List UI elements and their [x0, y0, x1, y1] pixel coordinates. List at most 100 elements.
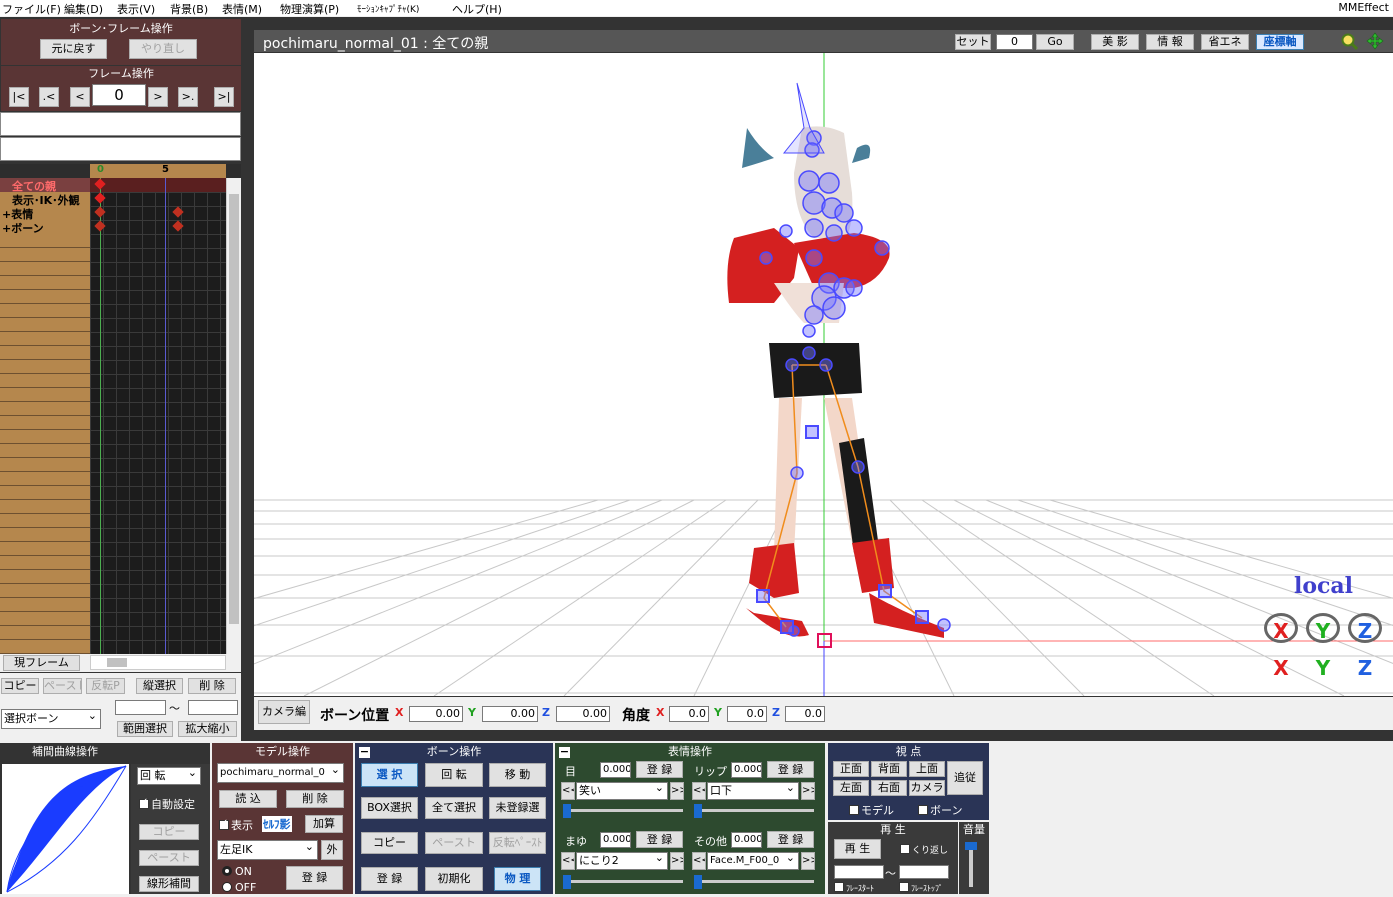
- lip-value-input[interactable]: 0.000: [731, 762, 762, 778]
- menu-facial[interactable]: 表情(M): [222, 1, 262, 17]
- next-frame-button[interactable]: >: [148, 87, 168, 107]
- last-frame-button[interactable]: >|: [214, 87, 234, 107]
- camera-view-button[interactable]: カメラ: [909, 780, 945, 796]
- track-empty-row[interactable]: [0, 556, 90, 570]
- other-next-button[interactable]: >>: [801, 852, 815, 870]
- lip-register-button[interactable]: 登 録: [767, 761, 814, 778]
- other-morph-select[interactable]: Face.M_F00_0: [707, 852, 799, 870]
- eye-register-button[interactable]: 登 録: [636, 761, 683, 778]
- move-z-icon[interactable]: Z: [1348, 653, 1382, 683]
- rotate-z-icon[interactable]: Z: [1348, 613, 1382, 643]
- zoom-button[interactable]: 拡大縮小: [178, 721, 237, 737]
- track-display-ik[interactable]: 表示･IK･外観: [0, 192, 90, 207]
- brow-prev-button[interactable]: <<: [561, 852, 575, 870]
- additive-button[interactable]: 加算: [305, 815, 343, 833]
- track-empty-row[interactable]: [0, 402, 90, 416]
- rotate-y-icon[interactable]: Y: [1306, 613, 1340, 643]
- copy-frame-button[interactable]: コピー: [1, 678, 39, 694]
- track-empty-row[interactable]: [0, 514, 90, 528]
- first-frame-button[interactable]: |<: [9, 87, 29, 107]
- right-view-button[interactable]: 右面: [871, 780, 907, 796]
- move-y-icon[interactable]: Y: [1306, 653, 1340, 683]
- bone-move-button[interactable]: 移 動: [489, 763, 546, 787]
- other-slider[interactable]: [694, 875, 814, 889]
- undo-button[interactable]: 元に戻す: [40, 39, 107, 59]
- eye-morph-select[interactable]: 笑い: [576, 782, 668, 800]
- brow-slider-thumb[interactable]: [563, 875, 571, 889]
- track-empty-row[interactable]: [0, 360, 90, 374]
- eco-mode-button[interactable]: 省エネ: [1201, 34, 1249, 50]
- eye-value-input[interactable]: 0.000: [600, 762, 631, 778]
- rotate-x-icon[interactable]: X: [1264, 613, 1298, 643]
- bone-reverse-paste-button[interactable]: 反転ﾍﾟｰｽﾄ: [489, 832, 546, 854]
- box-select-button[interactable]: BOX選択: [361, 797, 418, 819]
- beautiful-shadow-button[interactable]: 美 影: [1091, 34, 1139, 50]
- track-empty-row[interactable]: [0, 570, 90, 584]
- left-view-button[interactable]: 左面: [833, 780, 869, 796]
- paste-frame-button[interactable]: ペースト: [43, 678, 82, 694]
- menu-mmeffect[interactable]: MMEffect: [1338, 1, 1389, 14]
- ik-off-radio[interactable]: OFF: [222, 881, 256, 894]
- track-empty-row[interactable]: [0, 318, 90, 332]
- zoom-magnifier-icon[interactable]: [1340, 32, 1359, 51]
- repeat-checkbox[interactable]: くり返し: [900, 843, 948, 856]
- vertical-select-button[interactable]: 縦選択: [136, 678, 183, 694]
- brow-value-input[interactable]: 0.000: [600, 832, 631, 848]
- brow-morph-select[interactable]: にこり2: [576, 852, 668, 870]
- frame-number-input[interactable]: 0: [92, 84, 146, 106]
- angle-z-input[interactable]: 0.0: [785, 706, 825, 722]
- frame-stop-checkbox[interactable]: ﾌﾚｰｽﾄｯﾌﾟ: [899, 882, 943, 894]
- self-shadow-toggle[interactable]: ｾﾙﾌ影: [262, 816, 292, 832]
- prev-frame-button[interactable]: <: [70, 87, 90, 107]
- bone-rotate-button[interactable]: 回 転: [425, 763, 483, 787]
- eye-prev-button[interactable]: <<: [561, 782, 575, 800]
- track-bones[interactable]: +ボーン: [0, 220, 90, 235]
- eye-next-button[interactable]: >>: [670, 782, 684, 800]
- scroll-thumb[interactable]: [229, 194, 239, 624]
- front-view-button[interactable]: 正面: [833, 761, 869, 777]
- play-end-input[interactable]: [899, 865, 949, 879]
- bone-select-button[interactable]: 選 択: [361, 763, 418, 787]
- track-empty-row[interactable]: [0, 290, 90, 304]
- interp-curve-graph[interactable]: [2, 764, 129, 894]
- set-frame-input[interactable]: 0: [996, 34, 1033, 50]
- selection-mode-select[interactable]: 選択ボーン: [1, 709, 101, 729]
- track-empty-row[interactable]: [0, 528, 90, 542]
- other-value-input[interactable]: 0.000: [731, 832, 762, 848]
- delete-model-button[interactable]: 削 除: [286, 790, 344, 808]
- brow-register-button[interactable]: 登 録: [636, 831, 683, 848]
- ik-on-radio[interactable]: ON: [222, 865, 252, 878]
- follow-button[interactable]: 追従: [947, 761, 983, 795]
- angle-y-input[interactable]: 0.0: [727, 706, 767, 722]
- play-button[interactable]: 再 生: [834, 839, 881, 859]
- prev-key-button[interactable]: .<: [39, 87, 59, 107]
- range-from-input[interactable]: [115, 700, 166, 715]
- brow-slider[interactable]: [563, 875, 683, 889]
- volume-slider-thumb[interactable]: [965, 842, 977, 850]
- model-select[interactable]: pochimaru_normal_0: [217, 763, 344, 783]
- show-checkbox[interactable]: 表示: [219, 817, 253, 833]
- track-empty-row[interactable]: [0, 374, 90, 388]
- menu-motion-capture[interactable]: ﾓｰｼｮﾝｷｬﾌﾟﾁｬ(K): [357, 2, 419, 15]
- track-empty-row[interactable]: [0, 248, 90, 262]
- pos-x-input[interactable]: 0.00: [409, 706, 463, 722]
- info-button[interactable]: 情 報: [1146, 34, 1194, 50]
- physics-button[interactable]: 物 理: [494, 867, 541, 891]
- ik-select[interactable]: 左足IK: [217, 840, 318, 860]
- track-empty-row[interactable]: [0, 304, 90, 318]
- select-all-button[interactable]: 全て選択: [425, 797, 483, 819]
- hscroll-thumb[interactable]: [107, 658, 127, 667]
- redo-button[interactable]: やり直し: [129, 39, 197, 59]
- eye-slider[interactable]: [563, 804, 683, 818]
- range-select-button[interactable]: 範囲選択: [117, 721, 173, 737]
- interp-copy-button[interactable]: コピー: [139, 824, 199, 840]
- lip-prev-button[interactable]: <<: [692, 782, 706, 800]
- set-button[interactable]: セット: [955, 34, 991, 50]
- interp-paste-button[interactable]: ペースト: [139, 850, 199, 866]
- track-empty-row[interactable]: [0, 346, 90, 360]
- back-view-button[interactable]: 背面: [871, 761, 907, 777]
- timeline-hscrollbar[interactable]: [90, 655, 226, 670]
- lip-morph-select[interactable]: 口下: [707, 782, 799, 800]
- track-all-parent[interactable]: 全ての親: [0, 178, 90, 193]
- play-start-input[interactable]: [834, 865, 884, 879]
